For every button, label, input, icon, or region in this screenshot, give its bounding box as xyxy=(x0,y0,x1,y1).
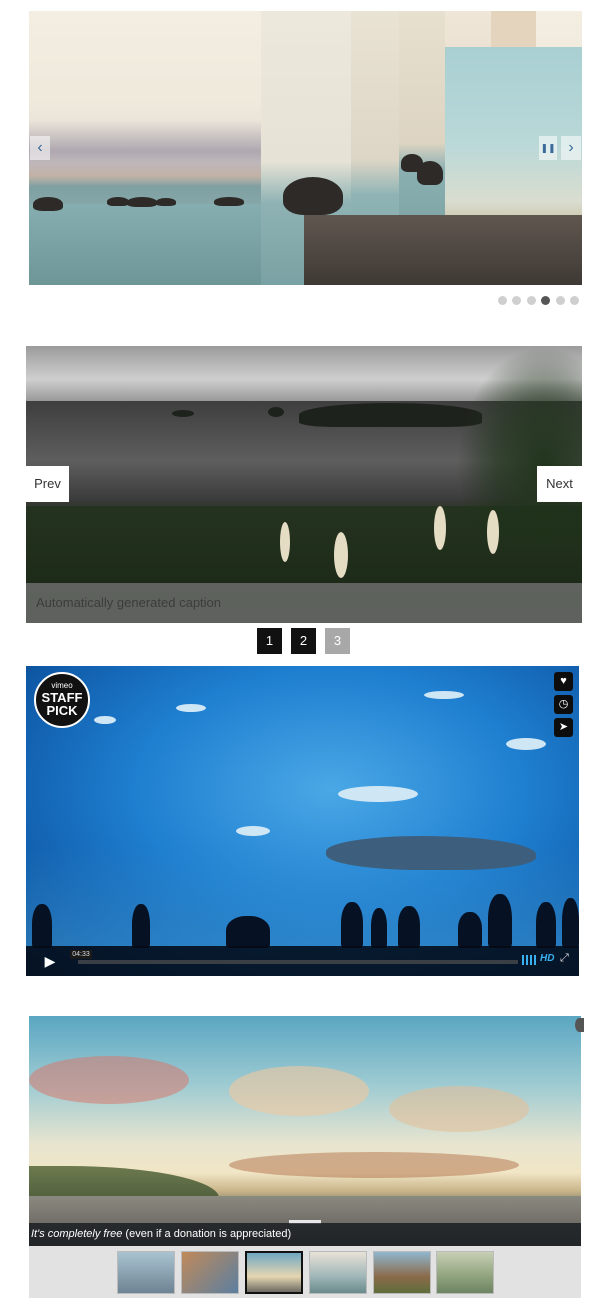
slider-dot[interactable] xyxy=(498,296,507,305)
visitor-silhouette xyxy=(488,894,512,948)
slide-caption: Automatically generated caption xyxy=(26,583,582,623)
rock xyxy=(107,197,129,206)
visitor-silhouette xyxy=(32,904,52,948)
whale-shark xyxy=(326,836,536,870)
rock xyxy=(156,198,176,206)
thumbnail-active[interactable] xyxy=(245,1251,303,1294)
cloud xyxy=(29,1056,189,1104)
transition-strip xyxy=(491,11,536,47)
staff-pick-badge: vimeo STAFF PICK xyxy=(34,672,90,728)
island xyxy=(299,403,482,427)
play-icon[interactable]: ▶ xyxy=(32,950,68,972)
hd-toggle[interactable]: HD xyxy=(540,953,554,964)
clock-icon[interactable]: ◷ xyxy=(554,695,573,714)
boulder xyxy=(283,177,343,215)
page-button-1[interactable]: 1 xyxy=(257,628,282,654)
video-controls: ▶ 04:33 HD ⤢ xyxy=(26,946,579,976)
slider-dot[interactable] xyxy=(556,296,565,305)
rock xyxy=(127,197,157,207)
caption-rest: (even if a donation is appreciated) xyxy=(122,1228,292,1240)
tree-foliage xyxy=(456,346,582,546)
thumbnail[interactable] xyxy=(436,1251,494,1294)
rock xyxy=(33,197,63,211)
pampas-grass xyxy=(434,506,446,550)
manta-ray xyxy=(506,738,546,750)
cloud xyxy=(229,1066,369,1116)
visitor-silhouette xyxy=(536,902,556,948)
page-button-2[interactable]: 2 xyxy=(291,628,316,654)
thumbnail[interactable] xyxy=(181,1251,239,1294)
slider-prev-button[interactable]: ‹ xyxy=(30,136,50,160)
visitor-silhouette xyxy=(398,906,420,948)
slider-one[interactable]: ‹ ❚❚ › xyxy=(29,11,582,285)
slider-dot[interactable] xyxy=(527,296,536,305)
visitor-silhouette xyxy=(458,912,482,948)
slider-dot-active[interactable] xyxy=(541,296,550,305)
page-button-3[interactable]: 3 xyxy=(325,628,350,654)
visitor-silhouette xyxy=(132,904,150,948)
slider-nav-tab[interactable] xyxy=(575,1018,584,1032)
fish xyxy=(236,826,270,836)
thumbnail[interactable] xyxy=(117,1251,175,1294)
thumbnail[interactable] xyxy=(373,1251,431,1294)
rock xyxy=(214,197,244,206)
slider-next-button[interactable]: › xyxy=(561,136,581,160)
rock xyxy=(417,161,443,185)
fish xyxy=(176,704,206,712)
time-display: 04:33 xyxy=(70,950,92,959)
pampas-grass xyxy=(487,510,499,554)
pampas-grass xyxy=(334,532,348,578)
visitor-silhouette xyxy=(341,902,363,948)
slider-two[interactable]: Prev Next Automatically generated captio… xyxy=(26,346,582,623)
volume-icon[interactable] xyxy=(522,955,536,965)
heart-icon[interactable]: ♥ xyxy=(554,672,573,691)
cloud xyxy=(389,1086,529,1132)
pebble-beach xyxy=(304,215,582,285)
next-button[interactable]: Next xyxy=(537,466,582,502)
slider-pause-button[interactable]: ❚❚ xyxy=(539,136,557,160)
slide-caption: It's completely free (even if a donation… xyxy=(29,1223,581,1246)
badge-line-2: PICK xyxy=(46,703,78,718)
cloud xyxy=(229,1152,519,1178)
visitor-silhouette xyxy=(562,898,579,948)
progress-bar[interactable] xyxy=(78,960,518,964)
slider-dot[interactable] xyxy=(570,296,579,305)
prev-button[interactable]: Prev xyxy=(26,466,69,502)
islet xyxy=(268,407,284,417)
video-player[interactable]: vimeo STAFF PICK ♥ ◷ ➤ xyxy=(26,666,579,976)
fish xyxy=(338,786,418,802)
caption-emphasis: It's completely free xyxy=(31,1228,123,1240)
thumbnail-strip xyxy=(29,1246,581,1298)
visitor-silhouette xyxy=(371,908,387,948)
thumbnail[interactable] xyxy=(309,1251,367,1294)
fish xyxy=(424,691,464,699)
visitor-silhouette xyxy=(226,916,270,948)
fish xyxy=(94,716,116,724)
islet xyxy=(172,410,194,417)
send-icon[interactable]: ➤ xyxy=(554,718,573,737)
slider-dot[interactable] xyxy=(512,296,521,305)
slider-four[interactable] xyxy=(29,1016,581,1246)
fullscreen-icon[interactable]: ⤢ xyxy=(560,952,569,965)
pampas-grass xyxy=(280,522,290,562)
